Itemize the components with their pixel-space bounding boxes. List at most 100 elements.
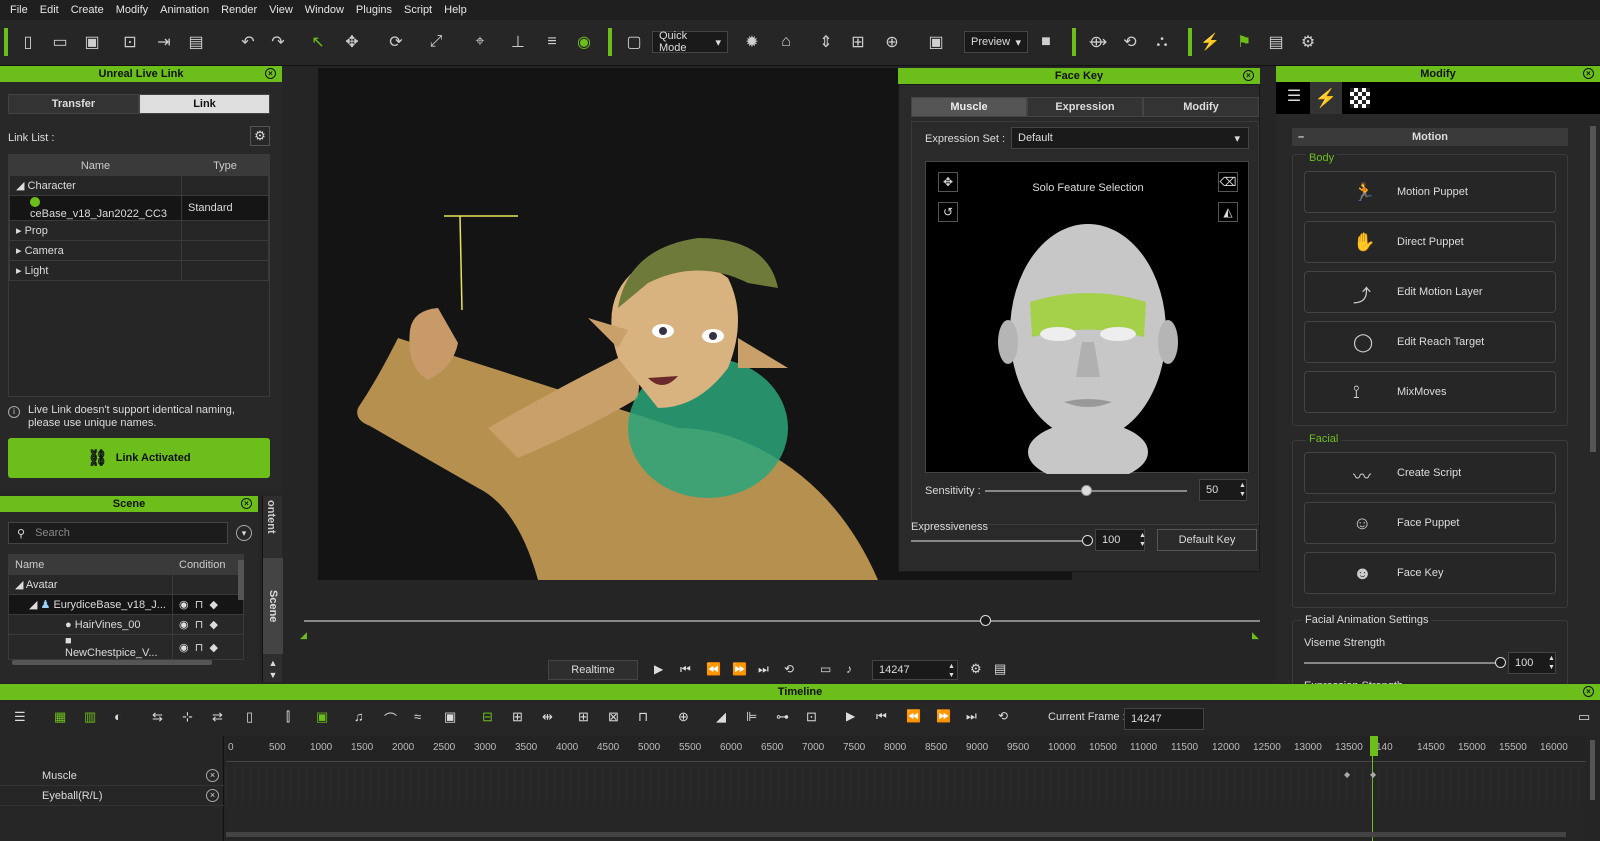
align-icon[interactable]: ⊥ — [506, 30, 530, 54]
fit-range-icon[interactable]: ⊶ — [776, 709, 789, 725]
play-icon[interactable]: ▶ — [846, 709, 855, 723]
skip-start-icon[interactable]: ⏮ — [876, 709, 887, 724]
lock-icon[interactable]: ⊓ — [195, 619, 204, 631]
keyframe-marker[interactable]: ◆ — [1370, 770, 1376, 779]
motion-puppet-button[interactable]: 🏃 Motion Puppet — [1304, 171, 1556, 213]
sensitivity-knob[interactable] — [1081, 485, 1092, 496]
clip-icon[interactable]: ▥ — [84, 709, 96, 725]
ease-icon[interactable]: ⌒ — [384, 709, 397, 728]
direct-puppet-button[interactable]: ✋ Direct Puppet — [1304, 221, 1556, 263]
tree-item-selected[interactable]: ◢ ♟ EurydiceBase_v18_J... ◉ ⊓ ◆ — [8, 594, 244, 615]
select-arrow-icon[interactable]: ↖ — [306, 30, 330, 54]
save-icon[interactable]: ▣ — [80, 30, 104, 54]
horizontal-scrollbar[interactable] — [12, 660, 212, 665]
prev-key-icon[interactable]: ◢ — [716, 709, 726, 725]
eye-track-icon[interactable]: ◐ — [114, 709, 122, 724]
tab-transfer[interactable]: Transfer — [8, 94, 139, 114]
distribute-icon[interactable]: ≡ — [540, 30, 564, 54]
frame-field[interactable]: 14247 — [872, 660, 958, 680]
attributes-icon[interactable]: ☰ — [1282, 86, 1306, 110]
rotate-icon[interactable]: ⟳ — [384, 30, 408, 54]
light-icon[interactable]: ✹ — [740, 30, 764, 54]
rewind-icon[interactable]: ⏪ — [906, 709, 921, 723]
settings-tool-icon[interactable]: ⚙ — [1296, 30, 1320, 54]
skip-end-icon[interactable]: ⏭ — [758, 662, 769, 677]
filter-dropdown-icon[interactable]: ▾ — [236, 525, 252, 541]
remove-track-icon[interactable]: ⊠ — [608, 709, 619, 725]
loop-range-icon[interactable]: ⊟ — [482, 709, 493, 725]
eye-icon[interactable]: ◉ — [179, 619, 189, 631]
scroll-up-icon[interactable]: ▲ — [265, 658, 281, 668]
music-note-icon[interactable]: ♪ — [846, 662, 852, 676]
frame-icon[interactable]: ▣ — [924, 30, 948, 54]
usd-export-icon[interactable]: ▤ — [184, 30, 208, 54]
menu-file[interactable]: File — [4, 4, 34, 16]
expressiveness-knob[interactable] — [1082, 535, 1093, 546]
menu-script[interactable]: Script — [398, 4, 438, 16]
timeline-track-area[interactable]: 0 500 1000 1500 2000 2500 3000 3500 4000 4500 5000… — [226, 736, 1586, 841]
zoom-icon[interactable]: ⊕ — [678, 709, 689, 725]
viseme-strength-slider[interactable] — [1304, 662, 1500, 664]
display-icon[interactable]: ▤ — [994, 661, 1006, 677]
preview-select[interactable]: Preview ▾ — [964, 31, 1028, 53]
cube-icon[interactable]: ◆ — [209, 619, 217, 631]
align-key-icon[interactable]: ⊫ — [746, 709, 757, 725]
track-row[interactable]: Eyeball(R/L) × — [0, 786, 224, 806]
export-range-icon[interactable]: ⊡ — [806, 709, 817, 725]
stepper-arrows-icon[interactable]: ▲ ▼ — [1239, 481, 1246, 499]
fast-forward-icon[interactable]: ⏩ — [936, 709, 951, 723]
tree-item[interactable]: ◢ Avatar — [8, 574, 244, 595]
transition-icon[interactable]: ≈ — [414, 709, 421, 724]
project-icon[interactable]: ⊡ — [118, 30, 142, 54]
default-key-button[interactable]: Default Key — [1157, 529, 1257, 551]
timeline-settings-icon[interactable]: ▭ — [1578, 709, 1590, 725]
speed-icon[interactable]: ⊞ — [512, 709, 523, 725]
marker-icon[interactable]: ▣ — [444, 709, 456, 725]
realtime-button[interactable]: Realtime — [548, 660, 638, 680]
window-layout-icon[interactable]: ▢ — [622, 30, 646, 54]
play-icon[interactable]: ▶ — [654, 662, 663, 676]
playback-scrubber[interactable] — [304, 620, 1260, 622]
modify-scrollbar[interactable] — [1590, 126, 1596, 452]
create-script-button[interactable]: 〰 Create Script — [1304, 452, 1556, 494]
track-list-icon[interactable]: ☰ — [14, 709, 26, 725]
add-track-icon[interactable]: ⊞ — [578, 709, 589, 725]
tab-link[interactable]: Link — [139, 94, 270, 114]
close-icon[interactable]: × — [1583, 68, 1594, 79]
playhead[interactable] — [1370, 736, 1378, 756]
tab-content[interactable]: ontent — [265, 500, 277, 550]
current-frame-field[interactable]: 14247 — [1124, 708, 1204, 730]
list-item[interactable]: ◢ Character — [9, 175, 269, 196]
edit-reach-target-button[interactable]: ◯ Edit Reach Target — [1304, 321, 1556, 363]
flag-icon[interactable]: ⚑ — [1232, 30, 1256, 54]
tree-item[interactable]: ■ NewChestpice_V... ◉ ⊓ ◆ — [8, 634, 244, 660]
motion-section-header[interactable]: – Motion — [1292, 128, 1568, 146]
vertical-scrollbar[interactable] — [238, 560, 244, 600]
export-icon[interactable]: ⇥ — [152, 30, 176, 54]
clipboard-icon[interactable]: ▤ — [1264, 30, 1288, 54]
track-keys-area[interactable] — [226, 766, 1586, 806]
shift-icon[interactable]: ⇄ — [212, 709, 223, 725]
menu-edit[interactable]: Edit — [34, 4, 65, 16]
settings-gear-icon[interactable]: ⚙ — [970, 661, 982, 677]
redo-icon[interactable]: ↷ — [266, 30, 290, 54]
close-icon[interactable]: × — [1583, 686, 1594, 697]
menu-render[interactable]: Render — [215, 4, 263, 16]
puppet-tool-icon[interactable]: ⟲ — [1118, 30, 1142, 54]
key-icon[interactable]: ▦ — [54, 709, 66, 725]
zoom-extent-icon[interactable]: ⊞ — [846, 30, 870, 54]
face-key-button[interactable]: ☻ Face Key — [1304, 552, 1556, 594]
link-activated-button[interactable]: ⛓ Link Activated — [8, 438, 270, 478]
subtitle-icon[interactable]: ▭ — [820, 662, 831, 676]
remove-track-icon[interactable]: × — [206, 769, 219, 782]
playback-scrubber-knob[interactable] — [980, 615, 991, 626]
loop-icon[interactable]: ⟲ — [998, 709, 1008, 723]
timeline-ruler[interactable]: 0 500 1000 1500 2000 2500 3000 3500 4000 4500 5000… — [226, 736, 1586, 762]
timeline-vertical-scrollbar[interactable] — [1590, 740, 1595, 800]
material-checker-icon[interactable] — [1350, 88, 1370, 108]
menu-modify[interactable]: Modify — [110, 4, 154, 16]
quick-mode-select[interactable]: Quick Mode ▾ — [652, 30, 728, 54]
range-start-marker-icon[interactable]: ◢ — [300, 630, 307, 641]
cube-icon[interactable]: ◆ — [209, 599, 217, 611]
open-folder-icon[interactable]: ▭ — [48, 30, 72, 54]
